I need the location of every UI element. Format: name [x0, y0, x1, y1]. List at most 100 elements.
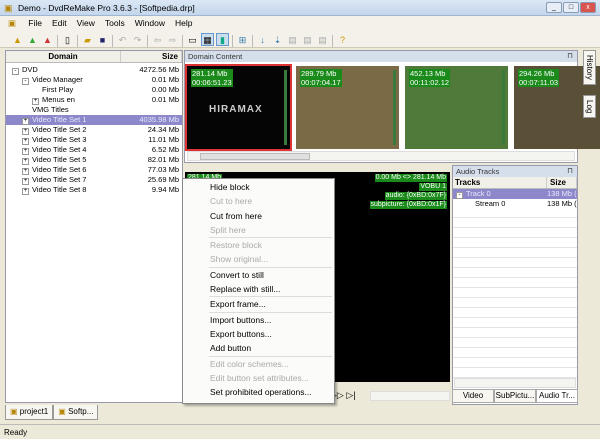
- tab-history[interactable]: History: [583, 50, 596, 85]
- tree-row[interactable]: First Play 0.00 Mb: [6, 85, 182, 95]
- track-row[interactable]: - Track 0 138 Mb (: [453, 189, 577, 199]
- tracks-column-header[interactable]: Tracks: [453, 177, 547, 188]
- thumb-size: 289.79 Mb: [301, 69, 337, 78]
- tree-icon[interactable]: ⊞: [236, 34, 249, 47]
- menu-item-export-frame[interactable]: Export frame...: [183, 297, 334, 311]
- tab-audio-tracks[interactable]: Audio Tr...: [536, 389, 578, 403]
- tree-row[interactable]: + Video Title Set 3 11.01 Mb: [6, 135, 182, 145]
- tree-row[interactable]: + Video Title Set 2 24.34 Mb: [6, 125, 182, 135]
- menu-item-convert-to-still[interactable]: Convert to still: [183, 268, 334, 282]
- tree-row[interactable]: - DVD 4272.56 Mb: [6, 65, 182, 75]
- tree-size: 24.34 Mb: [147, 125, 179, 134]
- tool-a-icon[interactable]: ▤: [286, 34, 299, 47]
- side-tabs: History Log: [583, 50, 600, 128]
- expand-icon[interactable]: +: [22, 148, 29, 155]
- expand-icon[interactable]: -: [22, 78, 29, 85]
- expand-icon[interactable]: +: [22, 158, 29, 165]
- expand-icon[interactable]: +: [22, 178, 29, 185]
- window-icon[interactable]: ▭: [186, 34, 199, 47]
- expand-icon[interactable]: +: [32, 98, 39, 105]
- menu-item-hide-block[interactable]: Hide block: [183, 180, 334, 194]
- thumbs-scrollbar[interactable]: [187, 151, 575, 161]
- tab-log[interactable]: Log: [583, 94, 596, 119]
- back-icon[interactable]: ⇦: [151, 34, 164, 47]
- video-thumbnail[interactable]: 281.14 Mb 00:06:51.23 HIRAMAX: [185, 64, 292, 151]
- tab-softpedia[interactable]: ▣ Softp...: [53, 405, 99, 420]
- skip-end-icon[interactable]: ▷|: [346, 390, 355, 400]
- logo-text: HIRAMAX: [209, 104, 263, 115]
- menu-item-split-here: Split here: [210, 224, 246, 235]
- tool-b-icon[interactable]: ▤: [301, 34, 314, 47]
- menu-help[interactable]: Help: [170, 16, 197, 30]
- open-folder-icon[interactable]: ▰: [81, 34, 94, 47]
- tool-c-icon[interactable]: ▤: [316, 34, 329, 47]
- menu-item-export-buttons[interactable]: Export buttons...: [183, 327, 334, 341]
- open-red-icon[interactable]: ▲: [41, 34, 54, 47]
- redo-icon[interactable]: ↷: [131, 34, 144, 47]
- open-green-icon[interactable]: ▲: [26, 34, 39, 47]
- tree-row[interactable]: VMG Titles: [6, 105, 182, 115]
- new-icon[interactable]: ▯: [61, 34, 74, 47]
- window-title: Demo - DvdReMake Pro 3.6.3 - [Softpedia.…: [18, 3, 195, 13]
- menu-item-replace-with-still[interactable]: Replace with still...: [183, 282, 334, 296]
- preview-icon[interactable]: ▦: [201, 33, 214, 46]
- expand-icon[interactable]: +: [22, 118, 29, 125]
- sort2-icon[interactable]: ⇣: [271, 34, 284, 47]
- open-dvd-icon[interactable]: ▲: [11, 34, 24, 47]
- expand-icon[interactable]: +: [22, 128, 29, 135]
- seek-slider[interactable]: [370, 391, 450, 401]
- maximize-button[interactable]: □: [563, 2, 579, 13]
- menu-item-add-button[interactable]: Add button: [183, 341, 334, 355]
- tree-label: Video Title Set 4: [32, 145, 87, 154]
- tab-label: Softp...: [68, 407, 94, 416]
- tracks-scrollbar[interactable]: [454, 378, 576, 388]
- help-icon[interactable]: ?: [336, 34, 349, 47]
- expand-icon[interactable]: -: [12, 68, 19, 75]
- tree-size: 77.03 Mb: [147, 165, 179, 174]
- forward-icon[interactable]: ⇨: [166, 34, 179, 47]
- expand-icon[interactable]: +: [22, 138, 29, 145]
- expand-icon[interactable]: +: [22, 188, 29, 195]
- menu-edit[interactable]: Edit: [47, 16, 72, 30]
- tree-label: Video Title Set 8: [32, 185, 87, 194]
- tree-row[interactable]: + Video Title Set 1 4035.98 Mb: [6, 115, 182, 125]
- tree-row[interactable]: + Video Title Set 7 25.69 Mb: [6, 175, 182, 185]
- menu-file[interactable]: File: [23, 16, 47, 30]
- tree-row[interactable]: + Video Title Set 4 6.52 Mb: [6, 145, 182, 155]
- save-icon[interactable]: ■: [96, 34, 109, 47]
- video-thumbnail[interactable]: 289.79 Mb 00:07:04.17: [296, 66, 399, 149]
- menu-view[interactable]: View: [72, 16, 100, 30]
- close-button[interactable]: x: [580, 2, 596, 13]
- pin-icon[interactable]: ⊓: [567, 51, 573, 60]
- tree-row[interactable]: + Video Title Set 6 77.03 Mb: [6, 165, 182, 175]
- tab-subpicture[interactable]: SubPictu...: [494, 389, 536, 403]
- size-column-header[interactable]: Size: [547, 177, 577, 188]
- preview-range: 0.00 Mb <> 281.14 Mb: [374, 174, 447, 182]
- undo-icon[interactable]: ↶: [116, 34, 129, 47]
- menu-item-set-prohibited-operations[interactable]: Set prohibited operations...: [183, 385, 334, 399]
- tree-row[interactable]: - Video Manager 0.01 Mb: [6, 75, 182, 85]
- pin-icon[interactable]: ⊓: [567, 166, 573, 175]
- thumb-size: 294.26 Mb: [519, 69, 555, 78]
- menu-item-import-buttons[interactable]: Import buttons...: [183, 313, 334, 327]
- size-column-header[interactable]: Size: [121, 51, 182, 62]
- tab-video[interactable]: Video: [452, 389, 494, 403]
- menu-bar: ▣ File Edit View Tools Window Help: [0, 16, 600, 31]
- play-icon[interactable]: ▮: [216, 33, 229, 46]
- audio-tracks-panel: Audio Tracks ⊓ Tracks Size - Track 0 138 Mb …: [452, 165, 578, 405]
- tree-size: 6.52 Mb: [151, 145, 179, 154]
- tree-row[interactable]: + Video Title Set 8 9.94 Mb: [6, 185, 182, 195]
- expand-icon[interactable]: +: [22, 168, 29, 175]
- menu-tools[interactable]: Tools: [100, 16, 130, 30]
- domain-column-header[interactable]: Domain: [6, 51, 121, 62]
- menu-window[interactable]: Window: [130, 16, 170, 30]
- tree-size: 0.00 Mb: [151, 85, 179, 94]
- minimize-button[interactable]: _: [546, 2, 562, 13]
- sort-icon[interactable]: ↓: [256, 34, 269, 47]
- tree-row[interactable]: + Video Title Set 5 82.01 Mb: [6, 155, 182, 165]
- thumb-time: 00:07:04.17: [301, 78, 341, 87]
- tree-row[interactable]: + Menus en 0.01 Mb: [6, 95, 182, 105]
- video-thumbnail[interactable]: 452.13 Mb 00:11:02.12: [405, 66, 508, 149]
- menu-item-cut-from-here[interactable]: Cut from here: [183, 209, 334, 223]
- tab-project1[interactable]: ▣ project1: [5, 405, 54, 420]
